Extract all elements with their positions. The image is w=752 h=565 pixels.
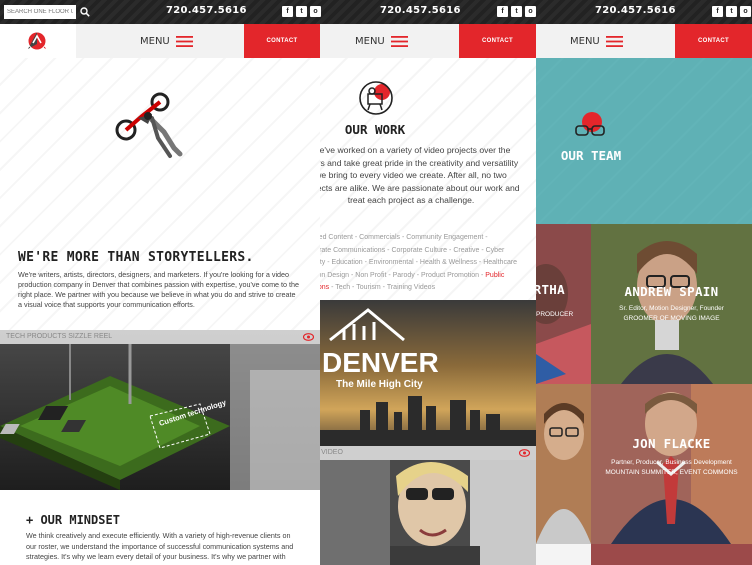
phone-number[interactable]: 720.457.5616 — [166, 5, 247, 16]
phone-number[interactable]: 720.457.5616 — [380, 5, 461, 16]
nav-bar: MENU CONTACT MENU CONTACT MENU CONTACT — [0, 24, 752, 58]
team-member-subrole: MOUNTAIN SUMMITER, EVENT COMMONS — [605, 469, 738, 476]
woman-in-vehicle-image — [320, 446, 536, 565]
film-camera-icon — [359, 81, 393, 115]
team-member-card[interactable]: MARTHA PRODUCER — [536, 224, 591, 384]
mindset-heading: + OUR MINDSET — [26, 513, 120, 527]
contact-button[interactable]: CONTACT — [459, 24, 536, 58]
category-link[interactable]: Creative — [453, 247, 479, 254]
menu-button[interactable]: MENU — [570, 24, 623, 58]
search-form — [4, 5, 90, 19]
team-glasses-icon — [575, 112, 605, 136]
category-link[interactable]: Product Promotion — [421, 272, 479, 279]
logo[interactable] — [0, 24, 76, 58]
category-link[interactable]: Parody — [393, 272, 415, 279]
team-list-continuation — [536, 544, 752, 565]
team-member-card[interactable] — [536, 384, 591, 544]
category-list: Branded Content - Commercials - Communit… — [320, 232, 520, 295]
video-thumbnail[interactable]: TECH PRODUCTS SIZZLE REEL Custom technol… — [0, 330, 320, 490]
menu-button[interactable]: MENU — [355, 24, 408, 58]
hamburger-icon — [605, 35, 623, 47]
page-title: WE'RE MORE THAN STORYTELLERS. — [18, 250, 254, 265]
category-link[interactable]: Tourism — [356, 284, 381, 291]
team-member-role: Partner, Producer, Business Development — [611, 459, 732, 466]
our-work-heading: OUR WORK — [344, 122, 406, 137]
eye-icon[interactable] — [519, 449, 530, 457]
mindset-text: We think creatively and execute efficien… — [26, 531, 294, 565]
hamburger-icon — [175, 35, 193, 47]
team-member-role: Sr. Editor, Motion Designer, Founder — [619, 305, 724, 312]
team-member-card[interactable]: ANDREW SPAIN Sr. Editor, Motion Designer… — [591, 224, 752, 384]
category-link[interactable]: Commercials — [359, 234, 400, 241]
contact-button[interactable]: CONTACT — [675, 24, 752, 58]
twitter-icon[interactable]: t — [511, 6, 522, 17]
category-link[interactable]: Corporate Culture — [391, 247, 447, 254]
category-link[interactable]: Health & Wellness — [420, 259, 477, 266]
our-team-heading: OUR TEAM — [560, 148, 622, 163]
video-title: TECH PRODUCTS SIZZLE REEL — [0, 330, 320, 344]
team-member-photo — [536, 384, 591, 544]
team-member-card[interactable]: JON FLACKE Partner, Producer, Business D… — [591, 384, 752, 544]
our-team-section — [536, 58, 752, 224]
our-work-text: We've worked on a variety of video proje… — [302, 145, 520, 205]
menu-button[interactable]: MENU — [140, 24, 193, 58]
twitter-icon[interactable]: t — [726, 6, 737, 17]
instagram-icon[interactable]: o — [310, 6, 321, 17]
team-member-subrole: GROOMER OF MOVING IMAGE — [623, 315, 720, 322]
category-link[interactable]: Non Profit — [355, 272, 386, 279]
denver-skyline-image: DENVER The Mile High City — [320, 300, 536, 446]
category-separator: - — [483, 234, 488, 241]
video-thumbnail[interactable]: DENVER VIDEO — [320, 446, 536, 565]
top-bar: 720.457.5616 f t o 720.457.5616 f t o 72… — [0, 0, 752, 24]
instagram-icon[interactable]: o — [525, 6, 536, 17]
menu-label: MENU — [355, 35, 385, 47]
eye-icon[interactable] — [303, 333, 314, 341]
facebook-icon[interactable]: f — [282, 6, 293, 17]
team-member-name: MARTHA — [536, 282, 565, 297]
social-links: f t o — [282, 6, 321, 17]
circuit-board-image: Custom technology — [0, 330, 320, 490]
team-member-photo — [536, 224, 591, 384]
video-title: DENVER VIDEO — [320, 446, 536, 460]
category-link[interactable]: Healthcare — [483, 259, 517, 266]
facebook-icon[interactable]: f — [497, 6, 508, 17]
search-input[interactable] — [4, 5, 76, 19]
denver-subtitle: The Mile High City — [336, 379, 423, 390]
instagram-icon[interactable]: o — [740, 6, 751, 17]
social-links: f t o — [497, 6, 536, 17]
twitter-icon[interactable]: t — [296, 6, 307, 17]
logo-icon — [27, 31, 47, 51]
dirt-bike-rider-image — [115, 92, 183, 158]
category-link[interactable]: Community Engagement — [406, 234, 483, 241]
intro-text: We're writers, artists, directors, desig… — [18, 270, 300, 309]
social-links: f t o — [712, 6, 751, 17]
search-icon[interactable] — [80, 7, 90, 17]
hamburger-icon — [390, 35, 408, 47]
category-link[interactable]: Tech — [335, 284, 350, 291]
denver-video-thumbnail[interactable]: DENVER The Mile High City — [320, 300, 536, 446]
team-member-name: ANDREW SPAIN — [624, 284, 719, 299]
category-link[interactable]: Training Videos — [387, 284, 435, 291]
team-member-name: JON FLACKE — [632, 436, 711, 451]
menu-label: MENU — [140, 35, 170, 47]
facebook-icon[interactable]: f — [712, 6, 723, 17]
category-link[interactable]: Education — [332, 259, 363, 266]
denver-title: DENVER — [322, 347, 439, 378]
category-link[interactable]: Environmental — [369, 259, 414, 266]
contact-button[interactable]: CONTACT — [244, 24, 320, 58]
phone-number[interactable]: 720.457.5616 — [595, 5, 676, 16]
menu-label: MENU — [570, 35, 600, 47]
team-member-role: PRODUCER — [536, 311, 574, 318]
